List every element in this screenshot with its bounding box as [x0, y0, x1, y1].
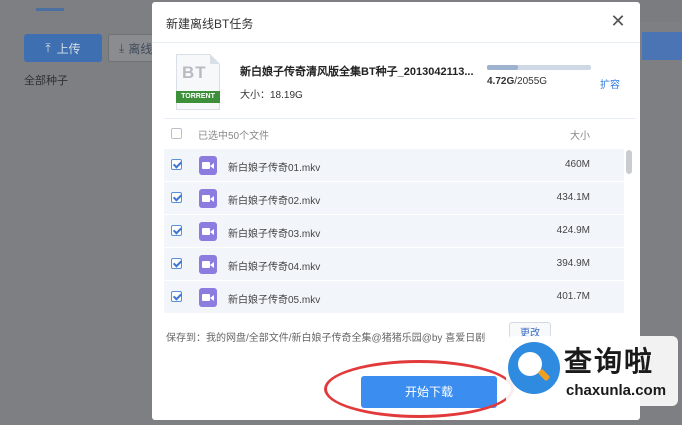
file-rows: 新白娘子传奇01.mkv 460M 新白娘子传奇02.mkv 434.1M 新白娘子传奇…	[164, 149, 624, 314]
torrent-file-icon: BT TORRENT	[176, 54, 220, 110]
watermark-title: 查询啦	[564, 346, 655, 377]
title-divider	[152, 42, 640, 43]
file-size: 460M	[564, 159, 590, 170]
upload-label: 上传	[56, 41, 81, 56]
upload-button[interactable]: ⤒ 上传	[24, 34, 102, 62]
dialog-title: 新建离线BT任务	[166, 17, 254, 31]
search-logo-icon	[508, 342, 560, 394]
file-size: 434.1M	[556, 192, 590, 203]
close-icon[interactable]: ✕	[610, 12, 626, 30]
torrent-icon-text: BT	[182, 63, 207, 82]
file-name: 新白娘子传奇03.mkv	[228, 229, 321, 240]
file-name: 新白娘子传奇01.mkv	[228, 163, 321, 174]
file-name: 新白娘子传奇02.mkv	[228, 196, 321, 207]
video-file-icon	[199, 288, 217, 307]
watermark: 查询啦 chaxunla.com	[506, 336, 678, 406]
file-name: 新白娘子传奇05.mkv	[228, 295, 321, 306]
file-checkbox[interactable]	[171, 159, 182, 170]
select-all-checkbox[interactable]	[171, 128, 182, 139]
active-tab-indicator	[36, 8, 64, 11]
upload-icon: ⤒	[45, 40, 51, 55]
selected-count-label: 已选中50个文件	[198, 131, 270, 142]
file-list: 已选中50个文件 大小 新白娘子传奇01.mkv 460M 新白娘子传奇02.mkv…	[164, 118, 636, 316]
video-file-icon	[199, 222, 217, 241]
torrent-name: 新白娘子传奇清风版全集BT种子_2013042113...	[240, 66, 474, 78]
video-file-icon	[199, 156, 217, 175]
file-row[interactable]: 新白娘子传奇04.mkv 394.9M	[164, 248, 624, 281]
file-row[interactable]: 新白娘子传奇02.mkv 434.1M	[164, 182, 624, 215]
file-checkbox[interactable]	[171, 192, 182, 203]
file-size: 424.9M	[556, 225, 590, 236]
save-path: 保存到：我的网盘/全部文件/新白娘子传奇全集@猪猪乐园@by 喜爱日剧	[166, 333, 486, 344]
torrent-icon-tag: TORRENT	[176, 91, 220, 103]
file-list-header: 已选中50个文件 大小	[164, 119, 624, 147]
file-checkbox[interactable]	[171, 291, 182, 302]
video-file-icon	[199, 189, 217, 208]
file-row[interactable]: 新白娘子传奇01.mkv 460M	[164, 149, 624, 182]
torrent-size: 大小：18.19G	[240, 90, 303, 101]
file-size: 394.9M	[556, 258, 590, 269]
list-scrollbar[interactable]	[626, 150, 632, 174]
background-right-button[interactable]	[642, 32, 682, 60]
size-column-header: 大小	[570, 131, 590, 142]
file-name: 新白娘子传奇04.mkv	[228, 262, 321, 273]
breadcrumb[interactable]: 全部种子	[24, 72, 68, 88]
file-row[interactable]: 新白娘子传奇03.mkv 424.9M	[164, 215, 624, 248]
file-checkbox[interactable]	[171, 258, 182, 269]
video-file-icon	[199, 255, 217, 274]
storage-quota-text: 4.72G/2055G	[487, 76, 548, 87]
file-size: 401.7M	[556, 291, 590, 302]
expand-storage-link[interactable]: 扩容	[600, 76, 620, 91]
file-row[interactable]: 新白娘子传奇05.mkv 401.7M	[164, 281, 624, 314]
offline-label: 离线	[128, 41, 153, 56]
file-checkbox[interactable]	[171, 225, 182, 236]
storage-quota-bar	[487, 65, 591, 70]
watermark-subtitle: chaxunla.com	[566, 382, 667, 399]
storage-quota-fill	[487, 65, 519, 70]
background-strip	[638, 0, 682, 22]
annotation-circle	[324, 360, 514, 418]
download-icon: ⤓	[119, 40, 125, 55]
